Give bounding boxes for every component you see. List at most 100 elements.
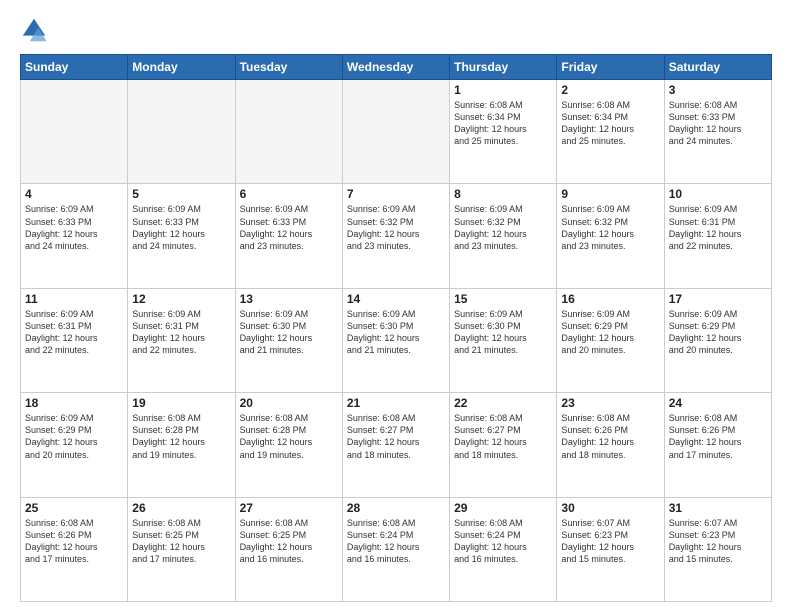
calendar-cell: 21 Sunrise: 6:08 AM Sunset: 6:27 PM Dayli… [342,393,449,497]
day-number: 18 [25,396,123,410]
calendar-cell: 22 Sunrise: 6:08 AM Sunset: 6:27 PM Dayli… [450,393,557,497]
calendar-header: SundayMondayTuesdayWednesdayThursdayFrid… [21,55,772,80]
calendar-cell: 19 Sunrise: 6:08 AM Sunset: 6:28 PM Dayli… [128,393,235,497]
day-info: Sunrise: 6:09 AM Sunset: 6:31 PM Dayligh… [132,308,230,357]
day-info: Sunrise: 6:09 AM Sunset: 6:31 PM Dayligh… [25,308,123,357]
calendar-cell: 10Sunrise: 6:09 AM Sunset: 6:31 PM Dayli… [664,184,771,288]
day-info: Sunrise: 6:08 AM Sunset: 6:26 PM Dayligh… [561,412,659,461]
calendar-cell: 26 Sunrise: 6:08 AM Sunset: 6:25 PM Dayli… [128,497,235,601]
day-info: Sunrise: 6:09 AM Sunset: 6:32 PM Dayligh… [454,203,552,252]
day-info: Sunrise: 6:09 AM Sunset: 6:29 PM Dayligh… [669,308,767,357]
calendar-cell [235,80,342,184]
day-number: 29 [454,501,552,515]
calendar-cell: 14 Sunrise: 6:09 AM Sunset: 6:30 PM Dayli… [342,288,449,392]
day-number: 24 [669,396,767,410]
calendar-cell: 20 Sunrise: 6:08 AM Sunset: 6:28 PM Dayli… [235,393,342,497]
day-number: 22 [454,396,552,410]
weekday-header-friday: Friday [557,55,664,80]
day-info: Sunrise: 6:09 AM Sunset: 6:30 PM Dayligh… [240,308,338,357]
calendar-cell: 17 Sunrise: 6:09 AM Sunset: 6:29 PM Dayli… [664,288,771,392]
day-info: Sunrise: 6:08 AM Sunset: 6:34 PM Dayligh… [561,99,659,148]
week-row-3: 18 Sunrise: 6:09 AM Sunset: 6:29 PM Dayli… [21,393,772,497]
day-number: 23 [561,396,659,410]
day-info: Sunrise: 6:09 AM Sunset: 6:33 PM Dayligh… [25,203,123,252]
calendar-cell: 29 Sunrise: 6:08 AM Sunset: 6:24 PM Dayli… [450,497,557,601]
day-info: Sunrise: 6:08 AM Sunset: 6:34 PM Dayligh… [454,99,552,148]
day-number: 4 [25,187,123,201]
week-row-2: 11 Sunrise: 6:09 AM Sunset: 6:31 PM Dayli… [21,288,772,392]
calendar-cell: 2 Sunrise: 6:08 AM Sunset: 6:34 PM Daylig… [557,80,664,184]
day-info: Sunrise: 6:08 AM Sunset: 6:28 PM Dayligh… [240,412,338,461]
day-info: Sunrise: 6:07 AM Sunset: 6:23 PM Dayligh… [669,517,767,566]
day-number: 7 [347,187,445,201]
day-info: Sunrise: 6:07 AM Sunset: 6:23 PM Dayligh… [561,517,659,566]
page: SundayMondayTuesdayWednesdayThursdayFrid… [0,0,792,612]
day-number: 30 [561,501,659,515]
day-info: Sunrise: 6:08 AM Sunset: 6:27 PM Dayligh… [454,412,552,461]
day-number: 19 [132,396,230,410]
weekday-header-saturday: Saturday [664,55,771,80]
week-row-1: 4 Sunrise: 6:09 AM Sunset: 6:33 PM Daylig… [21,184,772,288]
day-number: 20 [240,396,338,410]
day-number: 3 [669,83,767,97]
calendar-body: 1 Sunrise: 6:08 AM Sunset: 6:34 PM Daylig… [21,80,772,602]
day-info: Sunrise: 6:09 AM Sunset: 6:31 PM Dayligh… [669,203,767,252]
day-number: 25 [25,501,123,515]
day-number: 17 [669,292,767,306]
day-info: Sunrise: 6:08 AM Sunset: 6:26 PM Dayligh… [25,517,123,566]
calendar-cell: 27 Sunrise: 6:08 AM Sunset: 6:25 PM Dayli… [235,497,342,601]
day-number: 5 [132,187,230,201]
weekday-header-monday: Monday [128,55,235,80]
calendar-cell: 3Sunrise: 6:08 AM Sunset: 6:33 PM Daylig… [664,80,771,184]
calendar-cell: 16 Sunrise: 6:09 AM Sunset: 6:29 PM Dayli… [557,288,664,392]
day-number: 1 [454,83,552,97]
day-info: Sunrise: 6:09 AM Sunset: 6:29 PM Dayligh… [25,412,123,461]
day-number: 13 [240,292,338,306]
calendar-cell: 28Sunrise: 6:08 AM Sunset: 6:24 PM Dayli… [342,497,449,601]
day-number: 2 [561,83,659,97]
day-number: 26 [132,501,230,515]
day-number: 16 [561,292,659,306]
day-number: 21 [347,396,445,410]
day-info: Sunrise: 6:08 AM Sunset: 6:24 PM Dayligh… [454,517,552,566]
calendar-cell: 8 Sunrise: 6:09 AM Sunset: 6:32 PM Daylig… [450,184,557,288]
day-number: 8 [454,187,552,201]
day-number: 11 [25,292,123,306]
calendar-cell [342,80,449,184]
calendar-cell: 24Sunrise: 6:08 AM Sunset: 6:26 PM Dayli… [664,393,771,497]
calendar-cell: 4 Sunrise: 6:09 AM Sunset: 6:33 PM Daylig… [21,184,128,288]
calendar-cell: 12 Sunrise: 6:09 AM Sunset: 6:31 PM Dayli… [128,288,235,392]
calendar-cell: 5 Sunrise: 6:09 AM Sunset: 6:33 PM Daylig… [128,184,235,288]
day-number: 27 [240,501,338,515]
day-info: Sunrise: 6:09 AM Sunset: 6:30 PM Dayligh… [347,308,445,357]
day-info: Sunrise: 6:08 AM Sunset: 6:28 PM Dayligh… [132,412,230,461]
weekday-header-row: SundayMondayTuesdayWednesdayThursdayFrid… [21,55,772,80]
day-info: Sunrise: 6:08 AM Sunset: 6:24 PM Dayligh… [347,517,445,566]
day-number: 6 [240,187,338,201]
day-info: Sunrise: 6:08 AM Sunset: 6:25 PM Dayligh… [132,517,230,566]
calendar-cell: 30 Sunrise: 6:07 AM Sunset: 6:23 PM Dayli… [557,497,664,601]
day-info: Sunrise: 6:09 AM Sunset: 6:32 PM Dayligh… [347,203,445,252]
calendar-cell: 6Sunrise: 6:09 AM Sunset: 6:33 PM Daylig… [235,184,342,288]
calendar-cell: 11 Sunrise: 6:09 AM Sunset: 6:31 PM Dayli… [21,288,128,392]
calendar-cell: 13 Sunrise: 6:09 AM Sunset: 6:30 PM Dayli… [235,288,342,392]
day-number: 12 [132,292,230,306]
day-number: 14 [347,292,445,306]
day-number: 31 [669,501,767,515]
calendar-cell [128,80,235,184]
weekday-header-sunday: Sunday [21,55,128,80]
calendar-cell: 1 Sunrise: 6:08 AM Sunset: 6:34 PM Daylig… [450,80,557,184]
day-info: Sunrise: 6:09 AM Sunset: 6:30 PM Dayligh… [454,308,552,357]
day-info: Sunrise: 6:09 AM Sunset: 6:29 PM Dayligh… [561,308,659,357]
logo-icon [20,16,48,44]
day-number: 15 [454,292,552,306]
weekday-header-wednesday: Wednesday [342,55,449,80]
calendar-cell: 9Sunrise: 6:09 AM Sunset: 6:32 PM Daylig… [557,184,664,288]
day-info: Sunrise: 6:09 AM Sunset: 6:33 PM Dayligh… [132,203,230,252]
week-row-0: 1 Sunrise: 6:08 AM Sunset: 6:34 PM Daylig… [21,80,772,184]
day-info: Sunrise: 6:09 AM Sunset: 6:32 PM Dayligh… [561,203,659,252]
weekday-header-tuesday: Tuesday [235,55,342,80]
day-info: Sunrise: 6:08 AM Sunset: 6:25 PM Dayligh… [240,517,338,566]
calendar-cell: 7 Sunrise: 6:09 AM Sunset: 6:32 PM Daylig… [342,184,449,288]
day-info: Sunrise: 6:08 AM Sunset: 6:27 PM Dayligh… [347,412,445,461]
